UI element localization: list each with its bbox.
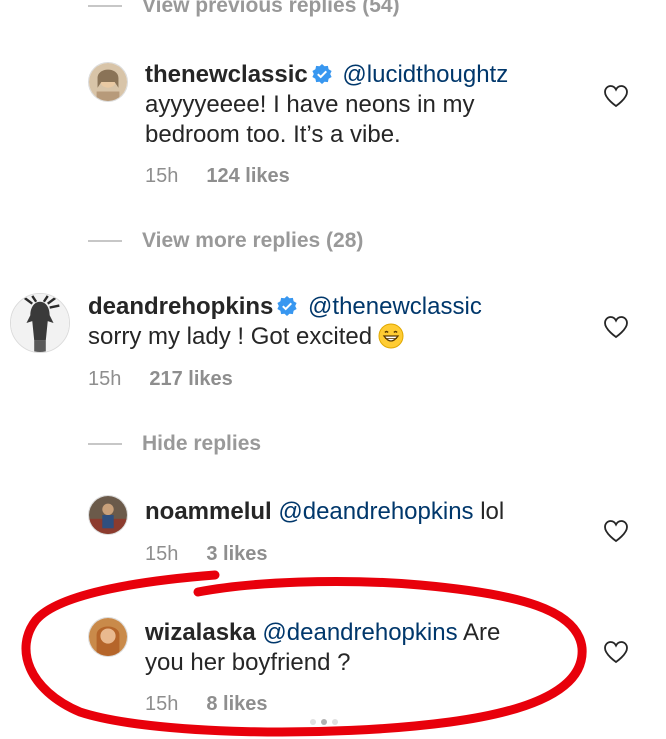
avatar-wizalaska[interactable] — [88, 617, 128, 657]
avatar-noammelul[interactable] — [88, 495, 128, 535]
username[interactable]: noammelul — [145, 498, 272, 525]
heart-outline-icon[interactable] — [603, 84, 629, 108]
divider-line — [88, 443, 122, 445]
heart-outline-icon[interactable] — [603, 519, 629, 543]
username[interactable]: deandrehopkins — [88, 293, 273, 320]
comment-body: Are — [462, 619, 501, 646]
comment-body-line2: you her boyfriend ? — [145, 649, 351, 676]
comment-deandrehopkins: deandrehopkins @thenewclassic sorry my l… — [88, 292, 482, 352]
likes-count[interactable]: 8 likes — [206, 693, 267, 716]
avatar-image — [89, 496, 127, 534]
avatar-image — [89, 63, 127, 101]
heart-outline-icon[interactable] — [603, 315, 629, 339]
timestamp: 15h — [145, 165, 179, 187]
mention-link[interactable]: @lucidthoughtz — [342, 61, 508, 88]
heart-outline-icon[interactable] — [603, 640, 629, 664]
avatar-image — [11, 294, 69, 352]
view-previous-replies-row[interactable]: View previous replies (54) — [88, 0, 400, 18]
comment-meta: 15h 124 likes — [145, 165, 290, 188]
comment-thenewclassic: thenewclassic @lucidthoughtz ayyyyeeee! … — [145, 60, 508, 150]
view-previous-replies-button[interactable]: View previous replies (54) — [142, 0, 400, 18]
likes-count[interactable]: 3 likes — [206, 543, 267, 566]
timestamp: 15h — [145, 543, 179, 565]
mention-link[interactable]: @deandrehopkins — [262, 619, 457, 646]
comment-body: sorry my lady ! Got excited — [88, 323, 373, 350]
comment-body: lol — [480, 498, 505, 525]
username[interactable]: wizalaska — [145, 619, 256, 646]
avatar-thenewclassic[interactable] — [88, 62, 128, 102]
comment-body-line2: bedroom too. It’s a vibe. — [145, 121, 401, 148]
view-more-replies-row[interactable]: View more replies (28) — [88, 229, 363, 253]
comment-meta: 15h 8 likes — [145, 693, 268, 716]
timestamp: 15h — [88, 368, 122, 390]
verified-badge-icon — [312, 64, 332, 84]
avatar-deandrehopkins[interactable] — [10, 293, 70, 353]
comment-meta: 15h 3 likes — [145, 543, 268, 566]
view-more-replies-button[interactable]: View more replies (28) — [142, 229, 363, 253]
divider-line — [88, 240, 122, 242]
divider-line — [88, 5, 122, 7]
likes-count[interactable]: 217 likes — [149, 368, 232, 391]
mention-link[interactable]: @thenewclassic — [308, 293, 482, 320]
likes-count[interactable]: 124 likes — [206, 165, 289, 188]
verified-badge-icon — [277, 296, 297, 316]
carousel-dots — [310, 719, 338, 725]
comment-meta: 15h 217 likes — [88, 368, 233, 391]
carousel-dot — [310, 719, 316, 725]
carousel-dot-active — [321, 719, 327, 725]
hide-replies-row[interactable]: Hide replies — [88, 432, 261, 456]
mention-link[interactable]: @deandrehopkins — [278, 498, 473, 525]
comment-body-line1: ayyyyeeee! I have neons in my — [145, 91, 475, 118]
username[interactable]: thenewclassic — [145, 61, 308, 88]
comment-wizalaska: wizalaska @deandrehopkins Are you her bo… — [145, 618, 500, 678]
grinning-emoji-icon — [378, 323, 404, 349]
avatar-image — [89, 618, 127, 656]
comment-noammelul: noammelul @deandrehopkins lol — [145, 497, 504, 527]
carousel-dot — [332, 719, 338, 725]
hide-replies-button[interactable]: Hide replies — [142, 432, 261, 456]
timestamp: 15h — [145, 693, 179, 715]
